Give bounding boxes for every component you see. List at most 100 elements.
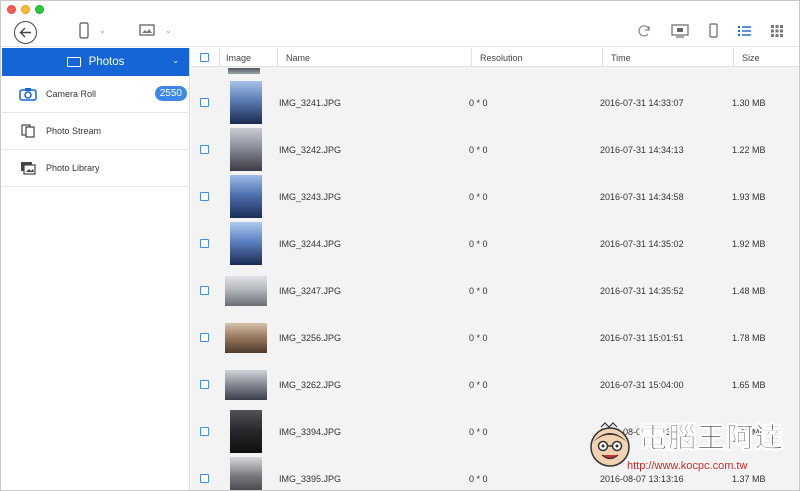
watermark-title: 電腦王阿達 — [639, 421, 785, 455]
count-badge: 2550 — [154, 86, 187, 101]
row-checkbox[interactable] — [200, 145, 209, 154]
list-view-icon[interactable] — [738, 25, 751, 37]
thumbnail-cell — [224, 455, 268, 490]
watermark: 電腦王阿達 http://www.kocpc.com.tw — [583, 410, 793, 480]
resolution: 0 * 0 — [469, 332, 488, 343]
table-row[interactable]: IMG_3244.JPG 0 * 0 2016-07-31 14:35:02 1.92… — [191, 220, 799, 267]
sidebar-header-label: Photos — [88, 56, 125, 68]
thumbnail-cell — [224, 220, 268, 267]
photo-thumbnail[interactable] — [225, 369, 267, 400]
sidebar-item-label: Photo Stream — [46, 126, 102, 136]
phone-icon — [79, 22, 89, 39]
row-checkbox-cell — [200, 79, 209, 126]
row-checkbox-cell — [200, 455, 209, 490]
device-icon[interactable] — [709, 23, 718, 38]
photos-icon — [66, 57, 81, 67]
camera-icon — [18, 86, 38, 102]
file-size: 1.65 MB — [732, 379, 766, 390]
back-button[interactable] — [14, 21, 37, 44]
resolution: 0 * 0 — [469, 285, 488, 296]
column-header-time[interactable]: Time — [603, 48, 734, 67]
row-checkbox-cell — [200, 220, 209, 267]
row-checkbox[interactable] — [200, 380, 209, 389]
column-header-size[interactable]: Size — [734, 48, 799, 67]
thumbnail-cell — [224, 267, 268, 314]
export-to-pc-icon[interactable] — [671, 23, 689, 38]
thumbnail-cell — [224, 361, 268, 408]
file-size: 1.93 MB — [732, 191, 766, 202]
chevron-down-icon: ⌄ — [99, 26, 106, 35]
file-name: IMG_3247.JPG — [279, 285, 342, 296]
grid-view-icon[interactable] — [771, 24, 783, 37]
row-checkbox-cell — [200, 361, 209, 408]
photo-thumbnail[interactable] — [230, 457, 262, 490]
row-checkbox[interactable] — [200, 239, 209, 248]
file-name: IMG_3244.JPG — [279, 238, 342, 249]
row-checkbox[interactable] — [200, 98, 209, 107]
row-checkbox-cell — [200, 408, 209, 455]
table-row[interactable]: IMG_3256.JPG 0 * 0 2016-07-31 15:01:51 1.78… — [191, 314, 799, 361]
table-row[interactable]: IMG_3243.JPG 0 * 0 2016-07-31 14:34:58 1.93… — [191, 173, 799, 220]
resolution: 0 * 0 — [469, 426, 488, 437]
timestamp: 2016-07-31 15:04:00 — [600, 379, 684, 390]
photo-stream-icon — [18, 123, 38, 139]
row-checkbox-cell — [200, 314, 209, 361]
table-row[interactable]: IMG_3247.JPG 0 * 0 2016-07-31 14:35:52 1.48… — [191, 267, 799, 314]
photo-thumbnail[interactable] — [225, 322, 267, 353]
media-type-selector[interactable]: ⌄ — [139, 24, 172, 36]
resolution: 0 * 0 — [469, 238, 488, 249]
photo-thumbnail[interactable] — [225, 275, 267, 306]
sidebar: Photos ⌄ Camera Roll 2550 Photo Stream P… — [2, 48, 190, 490]
refresh-icon[interactable] — [637, 24, 651, 38]
photo-thumbnail[interactable] — [230, 81, 262, 124]
row-checkbox-cell — [200, 173, 209, 220]
close-window-button[interactable] — [7, 5, 16, 14]
file-size: 1.78 MB — [732, 332, 766, 343]
resolution: 0 * 0 — [469, 144, 488, 155]
select-all-checkbox[interactable] — [200, 53, 209, 62]
zoom-window-button[interactable] — [35, 5, 44, 14]
arrow-left-icon — [19, 27, 31, 38]
table-row[interactable]: IMG_3262.JPG 0 * 0 2016-07-31 15:04:00 1.65… — [191, 361, 799, 408]
file-name: IMG_3241.JPG — [279, 97, 342, 108]
thumbnail-cell — [224, 79, 268, 126]
photo-thumbnail[interactable] — [230, 128, 262, 171]
photo-thumbnail[interactable] — [230, 410, 262, 453]
sidebar-item-camera-roll[interactable]: Camera Roll 2550 — [2, 76, 189, 113]
app-window: ⌄ ⌄ Photos ⌄ Camera Roll 2550 Photo Stre… — [0, 0, 800, 491]
chevron-down-icon: ⌄ — [165, 25, 172, 35]
column-header-resolution[interactable]: Resolution — [472, 48, 603, 67]
select-all-cell — [191, 48, 220, 67]
sidebar-item-photo-library[interactable]: Photo Library — [2, 150, 189, 187]
table-row[interactable]: IMG_3242.JPG 0 * 0 2016-07-31 14:34:13 1.22… — [191, 126, 799, 173]
photo-library-icon — [18, 160, 38, 176]
row-checkbox[interactable] — [200, 286, 209, 295]
table-row[interactable]: IMG_3241.JPG 0 * 0 2016-07-31 14:33:07 1.30… — [191, 79, 799, 126]
device-selector[interactable]: ⌄ — [79, 22, 106, 39]
column-header-image[interactable]: Image — [220, 48, 278, 67]
photo-thumbnail[interactable] — [230, 175, 262, 218]
row-checkbox[interactable] — [200, 474, 209, 483]
photo-thumbnail[interactable] — [230, 222, 262, 265]
toolbar-right — [637, 23, 783, 38]
file-name: IMG_3256.JPG — [279, 332, 342, 343]
file-name: IMG_3394.JPG — [279, 426, 342, 437]
row-checkbox[interactable] — [200, 427, 209, 436]
file-size: 1.48 MB — [732, 285, 766, 296]
thumbnail-partial — [228, 68, 260, 74]
sidebar-item-photo-stream[interactable]: Photo Stream — [2, 113, 189, 150]
sidebar-category-dropdown[interactable]: Photos ⌄ — [2, 48, 189, 76]
thumbnail-cell — [224, 408, 268, 455]
file-name: IMG_3243.JPG — [279, 191, 342, 202]
row-checkbox[interactable] — [200, 192, 209, 201]
thumbnail-cell — [224, 126, 268, 173]
minimize-window-button[interactable] — [21, 5, 30, 14]
timestamp: 2016-07-31 14:35:52 — [600, 285, 684, 296]
row-checkbox[interactable] — [200, 333, 209, 342]
image-icon — [139, 24, 155, 36]
timestamp: 2016-07-31 14:34:58 — [600, 191, 684, 202]
column-header-name[interactable]: Name — [278, 48, 472, 67]
timestamp: 2016-07-31 15:01:51 — [600, 332, 684, 343]
resolution: 0 * 0 — [469, 97, 488, 108]
thumbnail-cell — [224, 173, 268, 220]
